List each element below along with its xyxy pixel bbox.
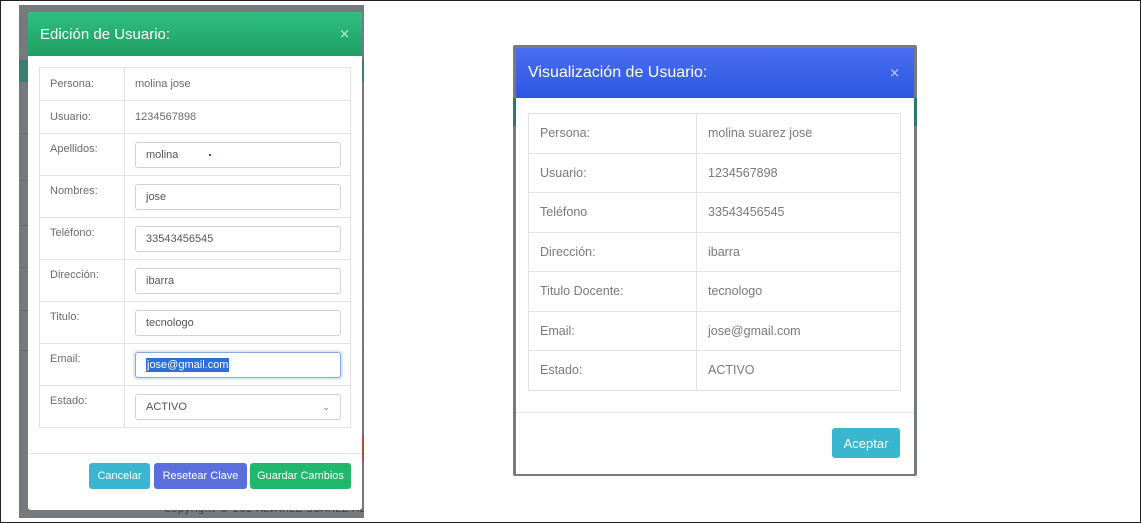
table-row: Email: jose@gmail.com [39, 343, 351, 386]
row-value: 33543456545 [696, 192, 901, 233]
edit-modal-title: Edición de Usuario: [40, 25, 171, 43]
row-label: Titulo Docente: [528, 271, 697, 312]
view-modal-header: Visualización de Usuario: × [516, 48, 914, 98]
table-row: Usuario: 1234567898 [39, 100, 351, 134]
row-label: Usuario: [528, 152, 697, 193]
row-label: Dirección: [528, 231, 697, 272]
background-header-strip [914, 98, 917, 126]
screenshot-canvas: Copyright © 202 ALVAREZ SUAREZ ALE Edici… [0, 0, 1141, 523]
table-row: Email: jose@gmail.com [528, 310, 901, 351]
apellidos-label: Apellidos: [39, 133, 125, 176]
view-details-table: Persona: molina suarez jose Usuario: 123… [528, 113, 901, 391]
email-selected-text: jose@gmail.com [146, 358, 230, 372]
table-row: Titulo Docente: tecnologo [528, 271, 901, 312]
row-label: Teléfono [528, 192, 697, 233]
row-value: jose@gmail.com [696, 310, 901, 351]
edit-form-table: Persona: molina jose Usuario: 1234567898… [39, 67, 351, 428]
table-row: Estado: ACTIVO [528, 350, 901, 391]
nombres-input[interactable]: jose [135, 184, 341, 210]
view-modal-title: Visualización de Usuario: [528, 64, 708, 81]
row-label: Persona: [528, 113, 697, 154]
usuario-label: Usuario: [39, 100, 125, 134]
text-cursor-mark [209, 154, 211, 156]
close-icon[interactable]: × [339, 27, 350, 42]
table-row: Persona: molina suarez jose [528, 113, 901, 154]
titulo-input[interactable]: tecnologo [135, 310, 341, 336]
apellidos-input[interactable]: molina [135, 142, 341, 168]
usuario-value: 1234567898 [124, 100, 351, 134]
row-value: ACTIVO [696, 350, 901, 391]
save-changes-button[interactable]: Guardar Cambios [250, 463, 351, 489]
table-row: Estado: ACTIVO ⌄ [39, 385, 351, 428]
email-label: Email: [39, 343, 125, 386]
row-label: Estado: [528, 350, 697, 391]
close-icon[interactable]: × [889, 66, 900, 81]
reset-password-button[interactable]: Resetear Clave [154, 463, 247, 489]
view-footer-divider [516, 412, 914, 413]
view-user-modal: Visualización de Usuario: × Persona: mol… [516, 48, 914, 474]
table-row: Teléfono 33543456545 [528, 192, 901, 233]
estado-select[interactable]: ACTIVO ⌄ [135, 394, 341, 420]
nombres-label: Nombres: [39, 175, 125, 218]
accept-button[interactable]: Aceptar [832, 428, 900, 458]
edit-modal-header: Edición de Usuario: × [28, 12, 362, 56]
telefono-input[interactable]: 33543456545 [135, 226, 341, 252]
table-row: Titulo: tecnologo [39, 301, 351, 344]
table-row: Apellidos: molina [39, 133, 351, 176]
titulo-label: Titulo: [39, 301, 125, 344]
cancel-button[interactable]: Cancelar [89, 463, 150, 489]
table-row: Usuario: 1234567898 [528, 152, 901, 193]
table-row: Persona: molina jose [39, 67, 351, 101]
table-row: Dirección: ibarra [39, 259, 351, 302]
persona-value: molina jose [124, 67, 351, 101]
persona-label: Persona: [39, 67, 125, 101]
row-value: tecnologo [696, 271, 901, 312]
row-value: 1234567898 [696, 152, 901, 193]
estado-label: Estado: [39, 385, 125, 428]
edit-user-modal: Edición de Usuario: × Persona: molina jo… [28, 12, 362, 510]
row-value: ibarra [696, 231, 901, 272]
direccion-input[interactable]: ibarra [135, 268, 341, 294]
chevron-down-icon: ⌄ [322, 401, 330, 412]
telefono-label: Teléfono: [39, 217, 125, 260]
direccion-label: Dirección: [39, 259, 125, 302]
table-row: Dirección: ibarra [528, 231, 901, 272]
row-label: Email: [528, 310, 697, 351]
table-row: Nombres: jose [39, 175, 351, 218]
estado-selected-value: ACTIVO [146, 401, 187, 413]
row-value: molina suarez jose [696, 113, 901, 154]
table-row: Teléfono: 33543456545 [39, 217, 351, 260]
email-input[interactable]: jose@gmail.com [135, 352, 341, 378]
edit-footer-divider [28, 453, 362, 454]
